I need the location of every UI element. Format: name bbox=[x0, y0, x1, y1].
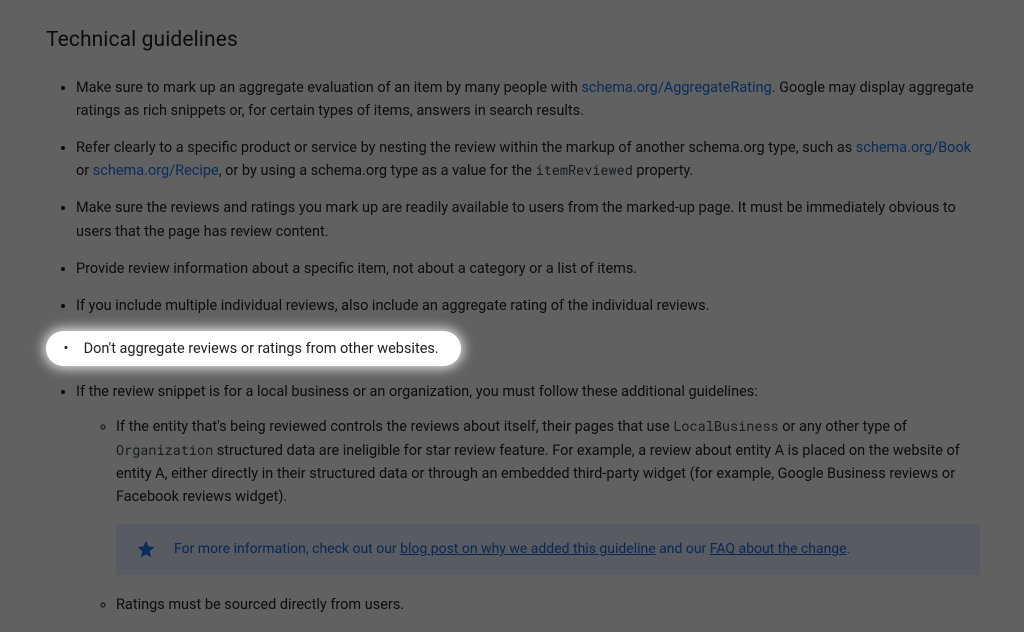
code-itemreviewed: itemReviewed bbox=[536, 161, 633, 179]
star-icon bbox=[136, 539, 156, 559]
link-aggregate-rating[interactable]: schema.org/AggregateRating bbox=[581, 79, 771, 96]
list-item: Ratings must be sourced directly from us… bbox=[116, 593, 980, 616]
list-item-text: If you include multiple individual revie… bbox=[76, 297, 709, 314]
list-item-text: structured data are ineligible for star … bbox=[116, 442, 960, 505]
note-text: For more information, check out our blog… bbox=[174, 538, 850, 560]
list-item-text: If the entity that's being reviewed cont… bbox=[116, 418, 673, 435]
list-item: Make sure the reviews and ratings you ma… bbox=[76, 196, 984, 242]
list-item-text: Refer clearly to a specific product or s… bbox=[76, 139, 856, 156]
guidelines-list: Make sure to mark up an aggregate evalua… bbox=[46, 76, 984, 632]
list-item: If the entity that's being reviewed cont… bbox=[116, 415, 980, 574]
note-text-part: For more information, check out our bbox=[174, 541, 400, 557]
nested-list: If the entity that's being reviewed cont… bbox=[76, 415, 980, 632]
list-item-text: property. bbox=[633, 162, 694, 179]
link-faq[interactable]: FAQ about the change bbox=[710, 541, 847, 557]
page-root: Technical guidelines Make sure to mark u… bbox=[0, 0, 1024, 632]
note-text-part: and our bbox=[656, 541, 710, 557]
list-item: Refer clearly to a specific product or s… bbox=[76, 136, 984, 182]
list-item-text: Don't aggregate reviews or ratings from … bbox=[84, 340, 439, 357]
note-text-part: . bbox=[847, 541, 851, 557]
list-item-highlighted: Don't aggregate reviews or ratings from … bbox=[76, 331, 984, 366]
code-localbusiness: LocalBusiness bbox=[673, 417, 778, 435]
list-item-text: Make sure the reviews and ratings you ma… bbox=[76, 199, 956, 239]
list-item-text: or any other type of bbox=[779, 418, 907, 435]
link-blog-post[interactable]: blog post on why we added this guideline bbox=[400, 541, 656, 557]
list-item-text: Provide review information about a speci… bbox=[76, 260, 637, 277]
list-item: Make sure to mark up an aggregate evalua… bbox=[76, 76, 984, 122]
section-heading: Technical guidelines bbox=[46, 24, 984, 58]
code-organization: Organization bbox=[116, 441, 213, 459]
list-item: Provide review information about a speci… bbox=[76, 257, 984, 280]
link-schema-recipe[interactable]: schema.org/Recipe bbox=[93, 162, 219, 179]
link-schema-book[interactable]: schema.org/Book bbox=[856, 139, 971, 156]
highlight-capsule: Don't aggregate reviews or ratings from … bbox=[46, 331, 461, 366]
list-item: If you include multiple individual revie… bbox=[76, 294, 984, 317]
list-item-text: If the review snippet is for a local bus… bbox=[76, 383, 758, 400]
info-note: For more information, check out our blog… bbox=[116, 524, 980, 574]
list-item-text: Make sure to mark up an aggregate evalua… bbox=[76, 79, 581, 96]
list-item-text: , or by using a schema.org type as a val… bbox=[219, 162, 536, 179]
list-item-text: Ratings must be sourced directly from us… bbox=[116, 596, 404, 613]
list-item: If the review snippet is for a local bus… bbox=[76, 380, 984, 632]
list-item-text: or bbox=[76, 162, 93, 179]
